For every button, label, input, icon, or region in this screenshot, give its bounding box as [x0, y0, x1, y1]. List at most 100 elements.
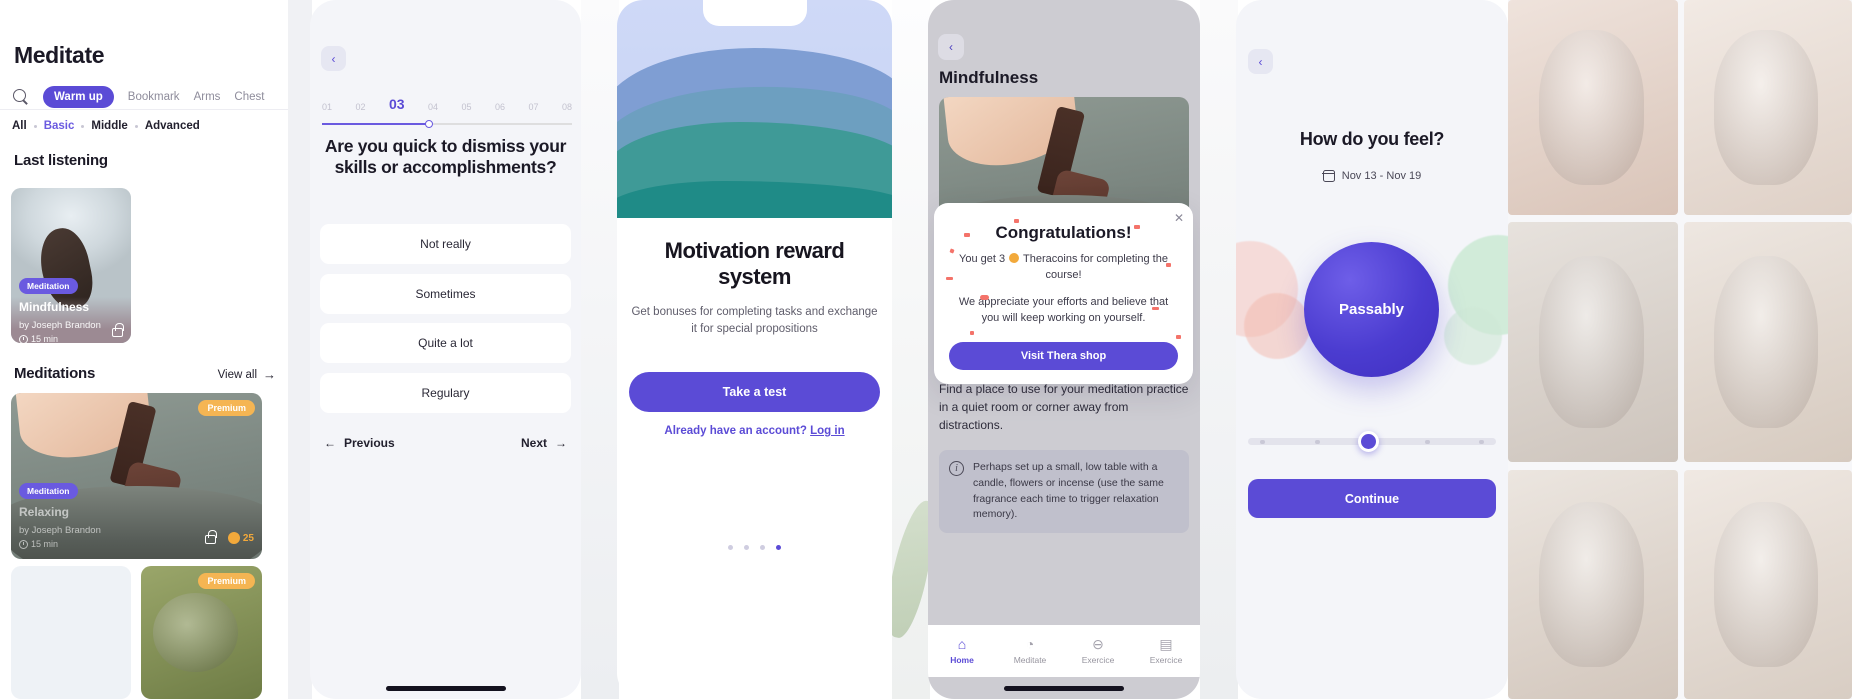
quiz-option-sometimes[interactable]: Sometimes: [320, 274, 571, 314]
separator-dot: [33, 124, 37, 128]
pagination-dot-1[interactable]: [728, 545, 733, 550]
gallery-photo-4: [1684, 222, 1852, 462]
info-icon: i: [949, 461, 964, 476]
wave-4: [617, 180, 892, 218]
gallery-photo-1: [1508, 0, 1678, 215]
visit-thera-shop-button[interactable]: Visit Thera shop: [949, 341, 1178, 370]
gallery-photo-5: [1508, 470, 1678, 699]
modal-line-1: You get 3 Theracoins for completing the …: [954, 252, 1173, 284]
modal-heading: Congratulations!: [995, 223, 1132, 242]
slider-tick-2: [1315, 439, 1320, 444]
back-button[interactable]: ‹: [321, 46, 346, 71]
card-title: Mindfulness: [19, 300, 90, 314]
tip-callout: i Perhaps set up a small, low table with…: [939, 450, 1189, 533]
card-author: by Joseph Brandon: [19, 320, 101, 331]
nav-item-home[interactable]: ⌂ Home: [932, 637, 992, 665]
quiz-option-not-really[interactable]: Not really: [320, 224, 571, 264]
onboarding-subtitle: Get bonuses for completing tasks and exc…: [631, 306, 878, 335]
date-range-selector[interactable]: Nov 13 - Nov 19: [1236, 170, 1508, 182]
close-icon[interactable]: ✕: [1174, 211, 1184, 225]
slider-knob[interactable]: [1358, 431, 1379, 452]
phone-screen-mindfulness: ‹ Mindfulness ✕ Congratulations! You get…: [928, 0, 1200, 699]
card-duration: 15 min: [19, 539, 58, 549]
course-body-text: Find a place to use for your meditation …: [939, 382, 1189, 432]
card-last-listening[interactable]: Meditation Mindfulness by Joseph Brandon…: [11, 188, 131, 343]
card-meditation-relaxing[interactable]: Premium Meditation Relaxing by Joseph Br…: [11, 393, 262, 559]
hero-illustration: [617, 0, 892, 218]
log-in-link[interactable]: Log in: [810, 425, 845, 437]
next-button[interactable]: Next →: [521, 436, 567, 450]
level-basic[interactable]: Basic: [44, 120, 75, 132]
meditate-icon: ◔: [1025, 636, 1035, 652]
tab-arms[interactable]: Arms: [194, 91, 221, 103]
step-08[interactable]: 08: [562, 102, 572, 112]
pagination-dot-4-active[interactable]: [776, 545, 781, 550]
chevron-left-icon: ‹: [949, 40, 953, 54]
nav-label-meditate: Meditate: [1013, 655, 1047, 665]
modal-line-1-prefix: You get 3: [959, 253, 1006, 265]
nav-item-exercice-1[interactable]: ⊖ Exercice: [1068, 637, 1128, 665]
step-06[interactable]: 06: [495, 102, 505, 112]
premium-badge: Premium: [198, 400, 255, 416]
next-label: Next: [520, 436, 547, 450]
card-meditation-small-left[interactable]: [11, 566, 131, 699]
phone-screen-mood: ‹ How do you feel? Nov 13 - Nov 19 Passa…: [1236, 0, 1508, 699]
take-a-test-button[interactable]: Take a test: [629, 372, 880, 412]
page-title: Meditate: [14, 42, 105, 68]
separator-dot: [81, 124, 85, 128]
phone-screen-quiz: ‹ 01 02 03 04 05 06 07 08 Are you quick …: [310, 0, 581, 699]
card-author: by Joseph Brandon: [19, 525, 101, 536]
step-05[interactable]: 05: [462, 102, 472, 112]
progress-knob[interactable]: [425, 120, 433, 128]
level-advanced[interactable]: Advanced: [145, 120, 200, 132]
premium-badge: Premium: [198, 573, 255, 589]
search-icon[interactable]: [12, 88, 29, 105]
chevron-left-icon: ‹: [1258, 54, 1263, 69]
nav-item-exercice-2[interactable]: ▤ Exercice: [1136, 637, 1196, 665]
back-button[interactable]: ‹: [1248, 49, 1273, 74]
mood-slider[interactable]: [1248, 431, 1496, 452]
gallery-photo-2: [1684, 0, 1852, 215]
level-all[interactable]: All: [12, 120, 27, 132]
blob-right-2: [1444, 307, 1502, 365]
step-01[interactable]: 01: [322, 102, 332, 112]
step-07[interactable]: 07: [528, 102, 538, 112]
pagination-dot-3[interactable]: [760, 545, 765, 550]
progress-track[interactable]: [322, 120, 572, 128]
section-title-last-listening: Last listening: [14, 152, 108, 169]
book-icon: ▤: [1159, 636, 1173, 652]
step-03-current[interactable]: 03: [389, 96, 405, 112]
tip-text: Perhaps set up a small, low table with a…: [973, 461, 1164, 521]
tab-warm-up[interactable]: Warm up: [43, 85, 114, 108]
mood-value-bubble[interactable]: Passably: [1304, 242, 1439, 377]
card-duration: 15 min: [19, 334, 58, 343]
step-04[interactable]: 04: [428, 102, 438, 112]
background-photo-grid: [1508, 0, 1852, 699]
quiz-option-regulary[interactable]: Regulary: [320, 373, 571, 413]
level-middle[interactable]: Middle: [91, 120, 127, 132]
decorative-leaf: [892, 496, 930, 642]
phone-screen-motivation: Motivation reward system Get bonuses for…: [617, 0, 892, 699]
pagination-dot-2[interactable]: [744, 545, 749, 550]
previous-button[interactable]: ← Previous: [324, 436, 395, 450]
login-prompt: Already have an account? Log in: [631, 425, 878, 437]
arrow-right-icon: →: [263, 367, 276, 382]
nav-item-meditate[interactable]: ◔ Meditate: [1000, 637, 1060, 665]
nav-label-exercice-2: Exercice: [1149, 655, 1183, 665]
tab-bookmark[interactable]: Bookmark: [128, 91, 180, 103]
quiz-option-quite-a-lot[interactable]: Quite a lot: [320, 323, 571, 363]
card-meditation-small-right[interactable]: Premium: [141, 566, 262, 699]
unlock-icon[interactable]: [112, 323, 124, 337]
modal-line-1-suffix: Theracoins for completing the course!: [1023, 253, 1168, 281]
back-button[interactable]: ‹: [938, 34, 964, 60]
blob-left-2: [1244, 293, 1310, 359]
page-title: Mindfulness: [939, 68, 1039, 87]
step-02[interactable]: 02: [355, 102, 365, 112]
continue-button[interactable]: Continue: [1248, 479, 1496, 518]
home-icon: ⌂: [957, 636, 967, 652]
view-all-button[interactable]: View all →: [218, 367, 276, 382]
card-title: Relaxing: [19, 505, 70, 519]
lock-icon[interactable]: [205, 530, 217, 544]
tab-chest[interactable]: Chest: [234, 91, 264, 103]
background-strip-a: [581, 0, 619, 699]
